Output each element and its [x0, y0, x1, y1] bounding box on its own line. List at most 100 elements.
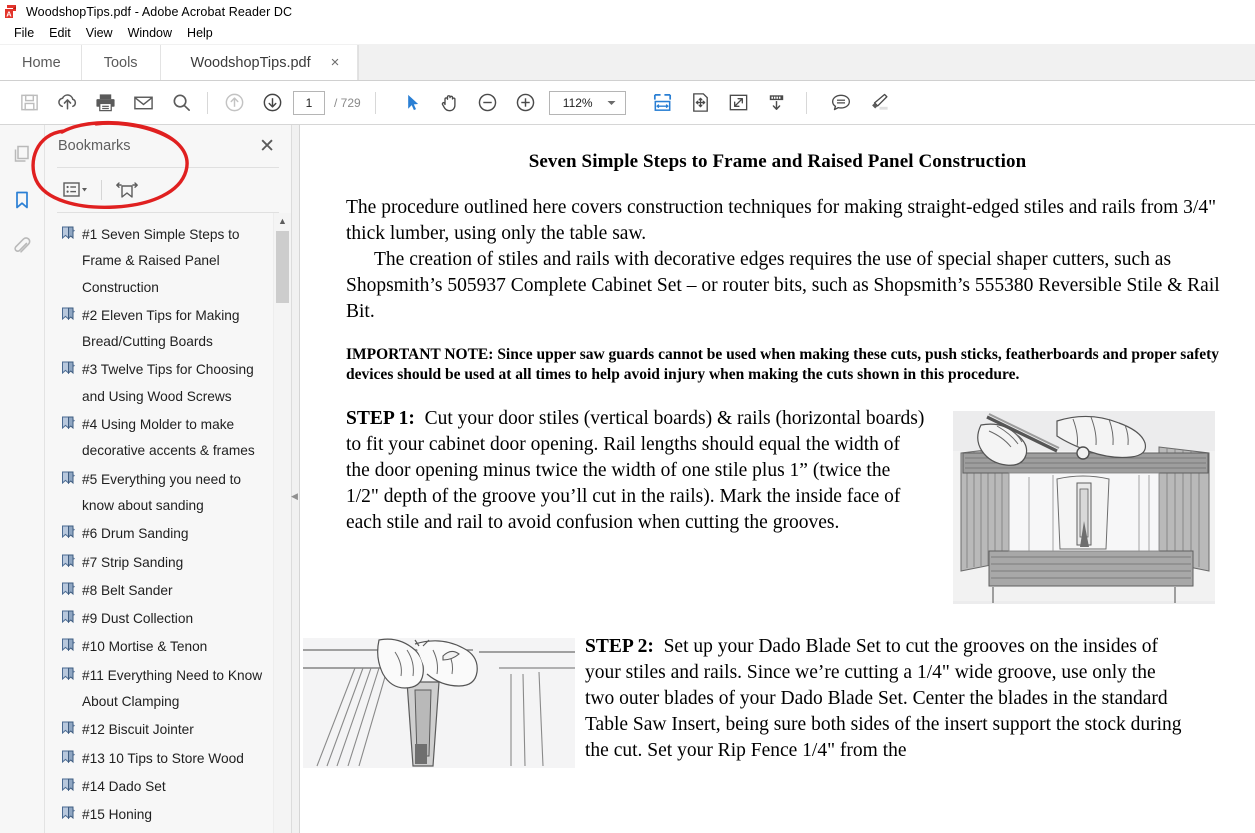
previous-page-icon[interactable] [215, 86, 253, 120]
bookmarks-icon[interactable] [7, 185, 37, 215]
bookmark-item[interactable]: #11 Everything Need to Know About Clampi… [45, 662, 271, 717]
page-navigation: 1 / 729 [293, 90, 361, 115]
document-step-2: STEP 2: Set up your Dado Blade Set to cu… [575, 634, 1185, 765]
close-icon[interactable]: × [327, 53, 344, 72]
tab-bar-filler [358, 45, 1255, 80]
bookmark-label: #1 Seven Simple Steps to Frame & Raised … [82, 227, 240, 295]
zoom-out-icon[interactable] [469, 86, 507, 120]
step-1-label: STEP 1: [346, 407, 415, 429]
menu-file[interactable]: File [8, 25, 43, 42]
page-thumbnails-icon[interactable] [7, 139, 37, 169]
menu-window[interactable]: Window [122, 25, 181, 42]
document-step-1: STEP 1: Cut your door stiles (vertical b… [346, 406, 944, 537]
scrollbar-thumb[interactable] [276, 231, 289, 303]
bookmarks-items-container: #1 Seven Simple Steps to Frame & Raised … [45, 221, 291, 830]
bookmark-options-menu-icon[interactable] [59, 176, 93, 204]
bookmarks-panel: Bookmarks ✕ #1 Seven Simple Steps to Fra… [45, 125, 292, 833]
bookmark-label: #3 Twelve Tips for Choosing and Using Wo… [82, 362, 254, 404]
figure-dado-groove-illustration [303, 637, 575, 768]
panel-toolbar-separator [101, 180, 102, 200]
menu-edit[interactable]: Edit [43, 25, 80, 42]
document-heading: Seven Simple Steps to Frame and Raised P… [528, 151, 1027, 172]
bookmark-label: #6 Drum Sanding [82, 526, 189, 542]
bookmark-icon [61, 471, 76, 487]
bookmark-icon [61, 721, 76, 737]
select-tool-icon[interactable] [393, 86, 431, 120]
bookmark-item[interactable]: #6 Drum Sanding [45, 520, 271, 548]
chevron-down-icon[interactable] [603, 100, 625, 106]
bookmark-label: #7 Strip Sanding [82, 554, 184, 570]
main-body: Bookmarks ✕ #1 Seven Simple Steps to Fra… [0, 125, 1255, 833]
menu-view[interactable]: View [80, 25, 122, 42]
menu-bar: File Edit View Window Help [0, 23, 1255, 44]
attachments-icon[interactable] [7, 231, 37, 261]
step-1-text: Cut your door stiles (vertical boards) &… [346, 407, 925, 534]
scrolling-mode-icon[interactable] [758, 86, 796, 120]
tab-tools[interactable]: Tools [81, 45, 160, 80]
zoom-level-value: 112% [562, 95, 593, 110]
bookmark-item[interactable]: #13 10 Tips to Store Wood [45, 745, 271, 773]
bookmarks-scrollbar[interactable]: ▲ [273, 213, 291, 833]
document-paragraph-2: The creation of stiles and rails with de… [346, 248, 1220, 322]
tab-document-label: WoodshopTips.pdf [190, 54, 311, 71]
bookmark-label: #5 Everything you need to know about san… [82, 471, 242, 513]
menu-help[interactable]: Help [181, 25, 222, 42]
print-icon[interactable] [86, 86, 124, 120]
tab-document[interactable]: WoodshopTips.pdf × [159, 45, 359, 80]
tab-home[interactable]: Home [0, 45, 82, 80]
save-file-icon[interactable] [10, 86, 48, 120]
fit-width-icon[interactable] [644, 86, 682, 120]
bookmark-label: #4 Using Molder to make decorative accen… [82, 417, 255, 459]
bookmark-label: #12 Biscuit Jointer [82, 722, 194, 738]
bookmark-item[interactable]: #12 Biscuit Jointer [45, 716, 271, 744]
bookmark-icon [61, 307, 76, 323]
upload-cloud-icon[interactable] [48, 86, 86, 120]
highlight-icon[interactable] [860, 86, 898, 120]
comment-icon[interactable] [822, 86, 860, 120]
bookmark-item[interactable]: #2 Eleven Tips for Making Bread/Cutting … [45, 302, 271, 357]
panel-splitter[interactable]: ◀ [291, 125, 300, 833]
bookmark-label: #14 Dado Set [82, 778, 166, 794]
bookmark-item[interactable]: #9 Dust Collection [45, 605, 271, 633]
bookmark-label: #11 Everything Need to Know About Clampi… [82, 667, 263, 710]
document-paragraph-1: The procedure outlined here covers const… [346, 197, 1217, 244]
page-number-input[interactable]: 1 [293, 90, 325, 115]
bookmark-item[interactable]: #7 Strip Sanding [45, 549, 271, 577]
bookmark-label: #10 Mortise & Tenon [82, 639, 208, 655]
bookmark-label: #13 10 Tips to Store Wood [82, 750, 244, 766]
bookmark-item[interactable]: #14 Dado Set [45, 773, 271, 801]
next-page-icon[interactable] [253, 86, 291, 120]
zoom-level-select[interactable]: 112% [548, 90, 626, 115]
step-2-label: STEP 2: [585, 635, 654, 657]
bookmark-item[interactable]: #4 Using Molder to make decorative accen… [45, 411, 271, 466]
bookmark-icon [61, 638, 76, 654]
search-icon[interactable] [162, 86, 200, 120]
bookmark-item[interactable]: #3 Twelve Tips for Choosing and Using Wo… [45, 356, 271, 411]
bookmark-item[interactable]: #10 Mortise & Tenon [45, 633, 271, 661]
close-icon[interactable]: ✕ [255, 135, 279, 158]
full-screen-icon[interactable] [720, 86, 758, 120]
pdf-document-icon: A [4, 4, 20, 20]
expand-current-bookmark-icon[interactable] [110, 176, 144, 204]
bookmark-icon [61, 806, 76, 822]
toolbar-separator [207, 91, 208, 114]
bookmark-item[interactable]: #8 Belt Sander [45, 577, 271, 605]
bookmarks-panel-title: Bookmarks [58, 138, 131, 154]
collapse-panel-icon[interactable]: ◀ [291, 491, 298, 502]
hand-tool-icon[interactable] [431, 86, 469, 120]
document-view[interactable]: Seven Simple Steps to Frame and Raised P… [300, 125, 1255, 833]
bookmark-label: #8 Belt Sander [82, 582, 173, 598]
bookmark-icon [61, 582, 76, 598]
bookmark-item[interactable]: #5 Everything you need to know about san… [45, 466, 271, 521]
fit-page-icon[interactable] [682, 86, 720, 120]
bookmark-icon [61, 226, 76, 242]
bookmark-label: #15 Honing [82, 807, 153, 823]
main-toolbar: 1 / 729 112% [0, 81, 1255, 125]
pdf-page: Seven Simple Steps to Frame and Raised P… [300, 125, 1255, 833]
zoom-in-icon[interactable] [507, 86, 545, 120]
bookmark-item[interactable]: #1 Seven Simple Steps to Frame & Raised … [45, 221, 271, 302]
scroll-up-icon[interactable]: ▲ [274, 213, 291, 229]
email-icon[interactable] [124, 86, 162, 120]
bookmark-label: #9 Dust Collection [82, 611, 194, 627]
bookmark-item[interactable]: #15 Honing [45, 801, 271, 829]
